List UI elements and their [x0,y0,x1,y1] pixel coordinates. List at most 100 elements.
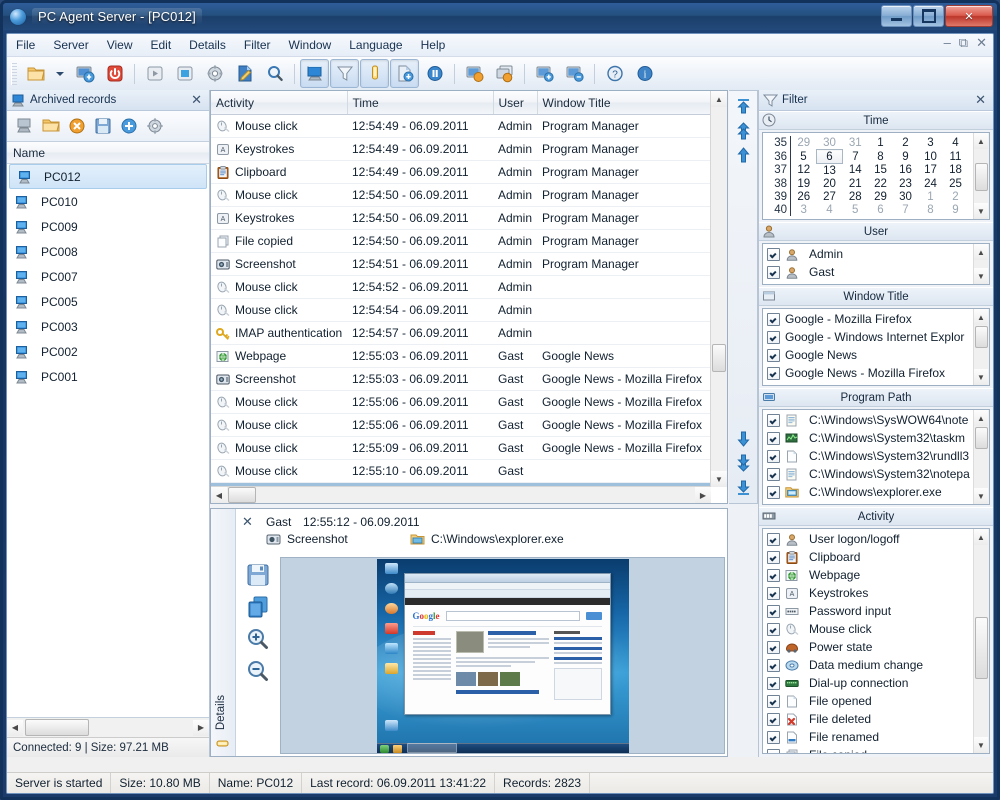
help-icon[interactable]: ? [600,59,629,88]
step-up-icon[interactable] [732,143,754,167]
calendar-day[interactable]: 9 [943,203,968,216]
menu-server[interactable]: Server [44,35,97,55]
calendar-day[interactable]: 5 [791,150,817,164]
table-row[interactable]: File copied 12:54:50 - 06.09.2011 Admin Pro… [211,229,711,253]
checkbox[interactable] [767,330,780,344]
scroll-down-arrow[interactable]: ▼ [974,488,988,504]
filter-list-item[interactable]: Power state [763,638,989,656]
filter-list-item[interactable]: C:\Windows\System32\notepa [763,465,989,483]
list-item[interactable]: PC008 [7,239,209,264]
calendar-day[interactable]: 20 [817,177,843,190]
table-row[interactable]: Webpage 12:55:03 - 06.09.2011 Gast Google N… [211,344,711,368]
checkbox[interactable] [767,348,780,362]
filter-list-item[interactable]: Admin [763,245,989,263]
checkbox[interactable] [767,622,780,636]
step-down-icon[interactable] [732,427,754,451]
grid-vertical-scrollbar[interactable]: ▲ ▼ [710,91,727,487]
calendar-day[interactable]: 3 [791,203,817,216]
checkbox[interactable] [767,658,780,672]
column-header-2[interactable]: User [493,91,538,115]
calendar-day[interactable]: 7 [843,150,869,164]
scroll-thumb[interactable] [712,344,726,372]
checkbox[interactable] [767,431,780,445]
scroll-left-arrow[interactable]: ◀ [7,719,23,736]
calendar-table[interactable]: 35 29 30 31 1 2 3 4 36 5 6 7 8 9 10 11 37 12 13 14 15 16 17 18 3… [767,136,968,216]
list-item[interactable]: PC005 [7,289,209,314]
mdi-minimize-icon[interactable]: – [944,36,951,49]
filter-list-item[interactable]: C:\Windows\System32\taskm [763,429,989,447]
calendar-day[interactable]: 29 [791,136,817,150]
scroll-left-arrow[interactable]: ◀ [211,487,227,503]
filter-list-item[interactable]: Clipboard [763,548,989,566]
calendar-day[interactable]: 4 [943,136,968,150]
export-icon[interactable] [460,59,489,88]
screenshot-preview[interactable]: Google [280,557,725,754]
checkbox[interactable] [767,449,780,463]
archive-panel-icon[interactable] [390,59,419,88]
filter-list-item[interactable]: C:\Windows\SysWOW64\note [763,411,989,429]
list-item[interactable]: PC009 [7,214,209,239]
calendar-day[interactable]: 15 [868,164,893,178]
gear-icon[interactable] [200,59,229,88]
server-settings-icon[interactable] [70,59,99,88]
column-header-1[interactable]: Time [347,91,494,115]
user-filter-list[interactable]: Admin Gast ▲ ▼ [762,243,990,285]
calendar-day[interactable]: 11 [943,150,968,164]
filter-list-item[interactable]: Dial-up connection [763,674,989,692]
grid-horizontal-scrollbar[interactable]: ◀ ▶ [211,486,711,503]
scroll-right-arrow[interactable]: ▶ [695,487,711,503]
calendar-day[interactable]: 19 [791,177,817,190]
table-row[interactable]: A Keystrokes 12:54:49 - 06.09.2011 Admin Pro… [211,137,711,161]
save-icon[interactable] [245,563,271,587]
copy-icon[interactable] [245,595,271,619]
left-horizontal-scrollbar[interactable]: ◀ ▶ [7,717,209,737]
time-section-header[interactable]: Time [759,111,993,130]
menu-view[interactable]: View [98,35,142,55]
prev-record-icon[interactable] [530,59,559,88]
menu-language[interactable]: Language [340,35,411,55]
calendar-day[interactable]: 8 [868,150,893,164]
time-calendar[interactable]: 35 29 30 31 1 2 3 4 36 5 6 7 8 9 10 11 37 12 13 14 15 16 17 18 3… [762,132,990,220]
filter-list-item[interactable]: Google News [763,346,989,364]
table-row[interactable]: Mouse click 12:54:50 - 06.09.2011 Admin Pro… [211,183,711,207]
checkbox[interactable] [767,366,780,380]
scroll-down-arrow[interactable]: ▼ [711,471,727,487]
calendar-day[interactable]: 3 [918,136,943,150]
scroll-thumb[interactable] [228,487,256,503]
calendar-day[interactable]: 27 [817,190,843,203]
zoom-out-icon[interactable] [245,659,271,683]
stop-icon[interactable] [170,59,199,88]
table-row[interactable]: Screenshot 12:54:51 - 06.09.2011 Admin Prog… [211,252,711,276]
close-icon[interactable]: ✕ [972,92,989,108]
checkbox[interactable] [767,676,780,690]
monitor-icon[interactable] [15,117,35,135]
calendar-day[interactable]: 21 [843,177,869,190]
checkbox[interactable] [767,748,780,753]
calendar-day[interactable]: 2 [943,190,968,203]
calendar-day[interactable]: 29 [868,190,893,203]
scroll-thumb[interactable] [25,719,89,736]
calendar-day[interactable]: 14 [843,164,869,178]
filter-list-item[interactable]: A Keystrokes [763,584,989,602]
play-icon[interactable] [140,59,169,88]
calendar-scrollbar[interactable]: ▲ ▼ [973,133,989,219]
calendar-day[interactable]: 30 [817,136,843,150]
menu-help[interactable]: Help [412,35,455,55]
calendar-day[interactable]: 4 [817,203,843,216]
calendar-day[interactable]: 31 [843,136,869,150]
filter-list-item[interactable]: User logon/logoff [763,530,989,548]
add-icon[interactable] [119,117,139,135]
list-item[interactable]: PC001 [7,364,209,389]
page-down-icon[interactable] [732,451,754,475]
open-folder-icon[interactable] [21,59,50,88]
checkbox[interactable] [767,413,780,427]
scroll-up-arrow[interactable]: ▲ [974,133,988,149]
checkbox[interactable] [767,586,780,600]
scroll-thumb[interactable] [975,326,988,348]
filter-list-item[interactable]: Google - Windows Internet Explor [763,328,989,346]
info-icon[interactable]: i [630,59,659,88]
filter-list-item[interactable]: Data medium change [763,656,989,674]
calendar-day[interactable]: 2 [893,136,918,150]
list-item[interactable]: PC007 [7,264,209,289]
name-column-header[interactable]: Name [7,142,209,164]
